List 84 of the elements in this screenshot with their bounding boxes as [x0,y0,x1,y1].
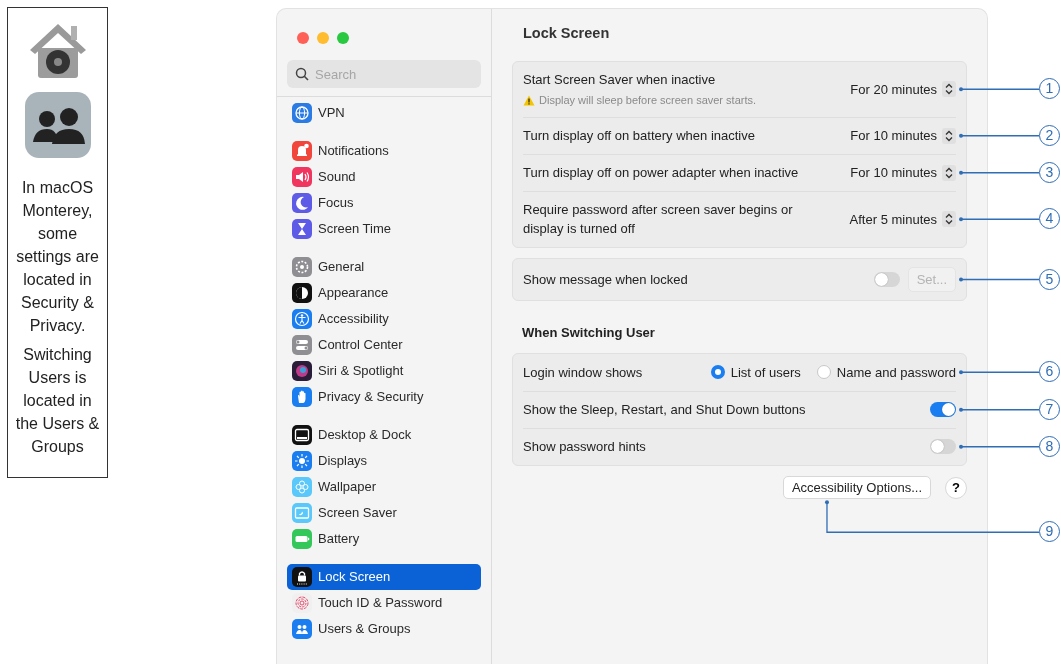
sidebar-item[interactable]: Siri & Spotlight [287,358,481,384]
search-icon [295,67,309,81]
sidebar-item[interactable]: Focus [287,190,481,216]
callout-number: 9 [1039,521,1060,543]
radio-button[interactable] [816,365,831,380]
sidebar-item[interactable]: Displays [287,448,481,474]
sidebar-item[interactable]: Privacy & Security [287,384,481,410]
popup-button[interactable]: After 5 minutes [849,209,956,229]
contrast-icon [292,283,312,303]
battery-icon [292,529,312,549]
chevron-up-down-icon [942,164,956,181]
setting-label: Show the Sleep, Restart, and Shut Down buttons [523,401,806,419]
hand-icon [292,387,312,407]
sidebar-item[interactable]: Screen Saver [287,500,481,526]
chevron-up-down-icon [942,81,956,98]
setting-label: Login window shows [523,363,643,382]
callout-number: 4 [1039,208,1060,230]
sidebar-item[interactable]: Control Center [287,332,481,358]
setting-label: Require password after screen saver begins or display is turned off [523,200,794,239]
radio-label[interactable]: List of users [730,362,801,382]
sidebar-item[interactable]: VPN [287,100,481,126]
toggle-switch[interactable] [930,402,956,418]
sidebar-item[interactable]: Wallpaper [287,474,481,500]
setting-label: Turn display off on battery when inactive [523,127,755,145]
bell-icon [292,141,312,161]
sidebar-item[interactable]: Notifications [287,138,481,164]
section-heading: When Switching User [521,324,656,343]
callout-number: 7 [1039,398,1060,420]
callout-number: 1 [1039,78,1060,100]
setting-label: Show password hints [523,438,646,456]
chevron-up-down-icon [942,211,956,228]
sidebar-item[interactable]: Appearance [287,280,481,306]
setting-label: Show message when locked [523,270,688,289]
sidebar-item[interactable]: Screen Time [287,216,481,242]
search-field[interactable]: Search [287,60,481,88]
setting-label: Start Screen Saver when inactive [523,70,717,89]
callout-number: 5 [1039,268,1060,290]
gear-icon [292,257,312,277]
chevron-up-down-icon [942,127,956,144]
hourglass-icon [292,219,312,239]
popup-button[interactable]: For 20 minutes [850,79,956,99]
globe-icon [292,103,312,123]
sidebar-item[interactable]: Touch ID & Password [287,590,481,616]
toggle-switch[interactable] [930,439,956,455]
minimize-button[interactable] [317,32,329,44]
note-text: In macOS Monterey, some settings are located in Security & Privacy. [15,178,100,336]
moon-icon [292,193,312,213]
callout-number: 3 [1039,161,1060,183]
warning-text: Display will sleep before screen saver starts. [539,93,757,109]
flower-icon [292,477,312,497]
speaker-icon [292,167,312,187]
people-icon [24,92,91,158]
sidebar-item[interactable]: General [287,254,481,280]
people-icon [292,619,312,639]
radio-button[interactable] [710,365,725,380]
popup-button[interactable]: For 10 minutes [850,126,956,146]
close-button[interactable] [297,32,309,44]
note-text: Switching Users is located in the Users & Groups [14,345,101,457]
sidebar-item[interactable]: Users & Groups [287,616,481,642]
sidebar-item[interactable]: Desktop & Dock [287,422,481,448]
callout-number: 8 [1039,435,1060,457]
help-button[interactable]: ? [945,476,967,499]
toggle-switch[interactable] [873,272,900,287]
popup-button[interactable]: For 10 minutes [850,163,956,183]
zoom-button[interactable] [337,32,349,44]
sun-icon [292,451,312,471]
sidebar-item[interactable]: Sound [287,164,481,190]
setting-label: Turn display off on power adapter when inactive [523,164,799,182]
orb-icon [292,361,312,381]
fingerprint-icon [292,593,312,613]
sidebar-item[interactable]: Lock Screen [287,564,481,590]
callout-number: 2 [1039,124,1060,146]
page-title: Lock Screen [522,24,611,43]
lock-icon [292,567,312,587]
radio-label[interactable]: Name and password [836,362,956,382]
switches-icon [292,335,312,355]
warning-icon [523,95,535,106]
monitor-icon [292,503,312,523]
callout-number: 6 [1039,361,1060,383]
sidebar-item[interactable]: Accessibility [287,306,481,332]
accessibility-options-button[interactable]: Accessibility Options... [782,475,931,500]
person-icon [292,309,312,329]
sidebar-item[interactable]: Battery [287,526,481,552]
dock-icon [292,425,312,445]
